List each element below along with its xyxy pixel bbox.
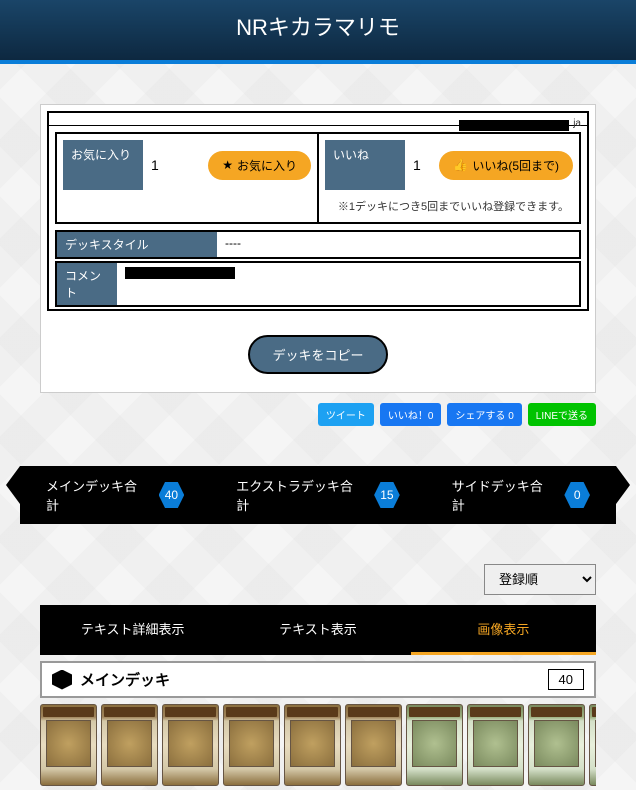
card-item[interactable]	[467, 704, 524, 786]
tab-text-detail[interactable]: テキスト詳細表示	[40, 605, 225, 655]
favorite-button[interactable]: ★ お気に入り	[208, 151, 311, 180]
tab-image[interactable]: 画像表示	[411, 605, 596, 655]
deck-style-row: デッキスタイル ----	[55, 230, 581, 259]
thumb-icon: 👍	[453, 158, 468, 172]
sort-row: 登録順	[0, 554, 636, 605]
side-deck-count: サイドデッキ合計 0	[426, 466, 616, 524]
url-bar: ja	[49, 113, 587, 126]
card-item[interactable]	[528, 704, 585, 786]
side-deck-label: サイドデッキ合計	[452, 476, 555, 514]
card-item[interactable]	[406, 704, 463, 786]
like-button[interactable]: 👍 いいね(5回まで)	[439, 151, 573, 180]
page-header: NRキカラマリモ	[0, 0, 636, 64]
stats-box: お気に入り 1 ★ お気に入り いいね 1 👍 いいね(5回まで)	[55, 132, 581, 224]
comment-row: コメント	[55, 261, 581, 307]
deck-counts: メインデッキ合計 40 エクストラデッキ合計 15 サイドデッキ合計 0	[0, 436, 636, 554]
deck-icon	[52, 670, 72, 690]
main-deck-number: 40	[159, 482, 185, 508]
deck-title: メインデッキ	[80, 669, 170, 690]
card-item[interactable]	[40, 704, 97, 786]
copy-deck-button[interactable]: デッキをコピー	[248, 335, 387, 374]
card-item[interactable]	[345, 704, 402, 786]
extra-deck-number: 15	[374, 482, 400, 508]
extra-deck-label: エクストラデッキ合計	[236, 476, 364, 514]
comment-value	[117, 263, 579, 305]
copy-row: デッキをコピー	[41, 317, 595, 392]
favorite-button-label: お気に入り	[237, 157, 297, 174]
card-item[interactable]	[223, 704, 280, 786]
deck-title-wrap: メインデッキ	[52, 669, 170, 690]
like-button-label: いいね(5回まで)	[472, 157, 559, 174]
main-panel: ja お気に入り 1 ★ お気に入り いいね 1 👍	[40, 104, 596, 393]
line-button[interactable]: LINEで送る	[528, 403, 596, 426]
card-item[interactable]	[101, 704, 158, 786]
fb-like-button[interactable]: いいね！0	[380, 403, 442, 426]
sort-select[interactable]: 登録順	[484, 564, 596, 595]
deck-style-value: ----	[217, 232, 579, 257]
like-note: ※1デッキにつき5回までいいね登録できます。	[325, 196, 573, 216]
favorite-count: 1	[151, 157, 200, 173]
twitter-button[interactable]: ツイート	[318, 403, 374, 426]
card-item[interactable]	[162, 704, 219, 786]
like-label: いいね	[325, 140, 405, 190]
card-grid	[40, 704, 596, 786]
main-deck-count: メインデッキ合計 40	[20, 466, 210, 524]
comment-label: コメント	[57, 263, 117, 305]
deck-header: メインデッキ 40	[40, 661, 596, 698]
info-container: ja お気に入り 1 ★ お気に入り いいね 1 👍	[47, 111, 589, 311]
lang-indicator: ja	[573, 118, 581, 129]
deck-style-label: デッキスタイル	[57, 232, 217, 257]
like-cell: いいね 1 👍 いいね(5回まで) ※1デッキにつき5回までいいね登録できます。	[317, 134, 579, 222]
page-title: NRキカラマリモ	[236, 15, 400, 40]
side-deck-number: 0	[564, 482, 590, 508]
like-count: 1	[413, 157, 431, 173]
card-item[interactable]	[284, 704, 341, 786]
social-row: ツイート いいね！0 シェアする 0 LINEで送る	[0, 393, 636, 436]
view-tabs: テキスト詳細表示 テキスト表示 画像表示	[40, 605, 596, 655]
card-item[interactable]	[589, 704, 596, 786]
star-icon: ★	[222, 158, 233, 172]
deck-card-count: 40	[548, 669, 584, 690]
extra-deck-count: エクストラデッキ合計 15	[210, 466, 426, 524]
favorite-label: お気に入り	[63, 140, 143, 190]
tab-text[interactable]: テキスト表示	[225, 605, 410, 655]
favorite-cell: お気に入り 1 ★ お気に入り	[57, 134, 317, 222]
fb-share-button[interactable]: シェアする 0	[447, 403, 521, 426]
main-deck-label: メインデッキ合計	[46, 476, 149, 514]
